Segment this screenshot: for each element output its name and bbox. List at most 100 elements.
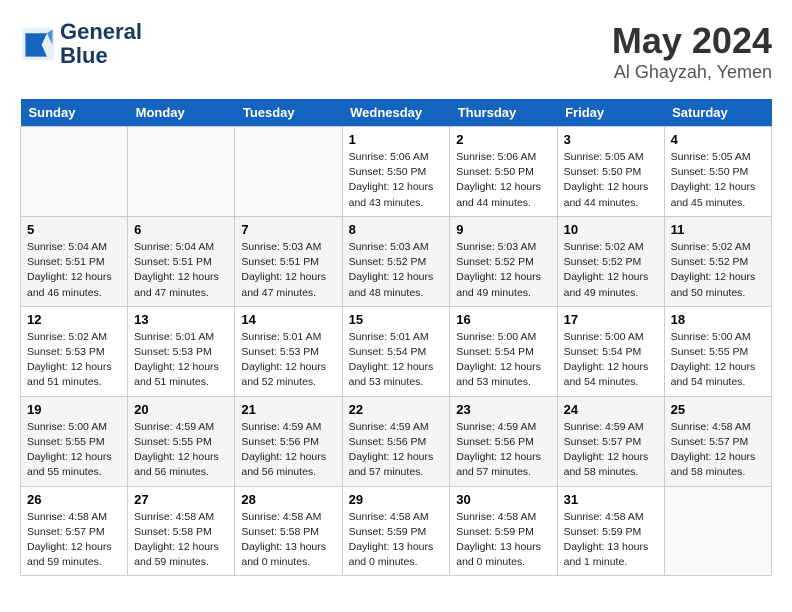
calendar-cell: 9 Sunrise: 5:03 AM Sunset: 5:52 PM Daylig…: [450, 216, 557, 306]
logo-line1: General: [60, 20, 142, 44]
calendar-cell: 3Sunrise: 5:05 AM Sunset: 5:50 PM Daylig…: [557, 127, 664, 217]
week-row-4: 19Sunrise: 5:00 AM Sunset: 5:55 PM Dayli…: [21, 396, 772, 486]
day-info: Sunrise: 4:58 AM Sunset: 5:59 PM Dayligh…: [564, 510, 658, 571]
day-number: 22: [349, 402, 444, 417]
day-info: Sunrise: 5:03 AM Sunset: 5:52 PM Dayligh…: [456, 240, 550, 301]
day-info: Sunrise: 5:04 AM Sunset: 5:51 PM Dayligh…: [134, 240, 228, 301]
calendar-cell: 7 Sunrise: 5:03 AM Sunset: 5:51 PM Daylig…: [235, 216, 342, 306]
day-number: 9: [456, 222, 550, 237]
calendar-cell: 5 Sunrise: 5:04 AM Sunset: 5:51 PM Daylig…: [21, 216, 128, 306]
day-info: Sunrise: 4:58 AM Sunset: 5:57 PM Dayligh…: [27, 510, 121, 571]
logo: General Blue: [20, 20, 142, 68]
day-info: Sunrise: 5:05 AM Sunset: 5:50 PM Dayligh…: [671, 150, 765, 211]
page-header: General Blue May 2024 Al Ghayzah, Yemen: [20, 20, 772, 83]
week-row-3: 12Sunrise: 5:02 AM Sunset: 5:53 PM Dayli…: [21, 306, 772, 396]
day-info: Sunrise: 4:59 AM Sunset: 5:55 PM Dayligh…: [134, 420, 228, 481]
calendar-cell: 29 Sunrise: 4:58 AM Sunset: 5:59 PM Dayli…: [342, 486, 450, 576]
title-block: May 2024 Al Ghayzah, Yemen: [612, 20, 772, 83]
calendar-cell: [128, 127, 235, 217]
calendar-cell: 11 Sunrise: 5:02 AM Sunset: 5:52 PM Dayli…: [664, 216, 771, 306]
day-number: 1: [349, 132, 444, 147]
day-info: Sunrise: 4:59 AM Sunset: 5:56 PM Dayligh…: [456, 420, 550, 481]
week-row-5: 26 Sunrise: 4:58 AM Sunset: 5:57 PM Dayli…: [21, 486, 772, 576]
calendar-cell: 1 Sunrise: 5:06 AM Sunset: 5:50 PM Daylig…: [342, 127, 450, 217]
day-info: Sunrise: 5:00 AM Sunset: 5:54 PM Dayligh…: [564, 330, 658, 391]
calendar-cell: 2Sunrise: 5:06 AM Sunset: 5:50 PM Daylig…: [450, 127, 557, 217]
calendar-cell: 15 Sunrise: 5:01 AM Sunset: 5:54 PM Dayli…: [342, 306, 450, 396]
day-number: 20: [134, 402, 228, 417]
day-info: Sunrise: 4:59 AM Sunset: 5:56 PM Dayligh…: [349, 420, 444, 481]
calendar-header-row: SundayMondayTuesdayWednesdayThursdayFrid…: [21, 99, 772, 127]
day-number: 11: [671, 222, 765, 237]
location: Al Ghayzah, Yemen: [612, 62, 772, 83]
day-number: 10: [564, 222, 658, 237]
day-info: Sunrise: 5:03 AM Sunset: 5:52 PM Dayligh…: [349, 240, 444, 301]
day-info: Sunrise: 4:58 AM Sunset: 5:59 PM Dayligh…: [349, 510, 444, 571]
calendar-cell: 6 Sunrise: 5:04 AM Sunset: 5:51 PM Daylig…: [128, 216, 235, 306]
day-number: 27: [134, 492, 228, 507]
day-header-thursday: Thursday: [450, 99, 557, 127]
calendar-cell: 10Sunrise: 5:02 AM Sunset: 5:52 PM Dayli…: [557, 216, 664, 306]
day-header-sunday: Sunday: [21, 99, 128, 127]
day-number: 26: [27, 492, 121, 507]
month-year: May 2024: [612, 20, 772, 62]
day-number: 3: [564, 132, 658, 147]
calendar-cell: 27 Sunrise: 4:58 AM Sunset: 5:58 PM Dayli…: [128, 486, 235, 576]
calendar-cell: 19Sunrise: 5:00 AM Sunset: 5:55 PM Dayli…: [21, 396, 128, 486]
day-number: 30: [456, 492, 550, 507]
day-header-friday: Friday: [557, 99, 664, 127]
calendar-cell: 17 Sunrise: 5:00 AM Sunset: 5:54 PM Dayli…: [557, 306, 664, 396]
day-info: Sunrise: 4:59 AM Sunset: 5:57 PM Dayligh…: [564, 420, 658, 481]
day-header-wednesday: Wednesday: [342, 99, 450, 127]
logo-text: General Blue: [60, 20, 142, 68]
day-number: 21: [241, 402, 335, 417]
day-number: 24: [564, 402, 658, 417]
calendar-cell: [21, 127, 128, 217]
calendar-cell: 12Sunrise: 5:02 AM Sunset: 5:53 PM Dayli…: [21, 306, 128, 396]
calendar-table: SundayMondayTuesdayWednesdayThursdayFrid…: [20, 99, 772, 576]
day-info: Sunrise: 5:03 AM Sunset: 5:51 PM Dayligh…: [241, 240, 335, 301]
day-number: 29: [349, 492, 444, 507]
calendar-cell: 23 Sunrise: 4:59 AM Sunset: 5:56 PM Dayli…: [450, 396, 557, 486]
week-row-2: 5 Sunrise: 5:04 AM Sunset: 5:51 PM Daylig…: [21, 216, 772, 306]
day-header-saturday: Saturday: [664, 99, 771, 127]
day-number: 8: [349, 222, 444, 237]
calendar-cell: 26 Sunrise: 4:58 AM Sunset: 5:57 PM Dayli…: [21, 486, 128, 576]
day-number: 5: [27, 222, 121, 237]
calendar-cell: 22 Sunrise: 4:59 AM Sunset: 5:56 PM Dayli…: [342, 396, 450, 486]
day-number: 19: [27, 402, 121, 417]
calendar-cell: 21Sunrise: 4:59 AM Sunset: 5:56 PM Dayli…: [235, 396, 342, 486]
day-info: Sunrise: 5:04 AM Sunset: 5:51 PM Dayligh…: [27, 240, 121, 301]
logo-icon: [20, 26, 56, 62]
day-info: Sunrise: 5:06 AM Sunset: 5:50 PM Dayligh…: [456, 150, 550, 211]
day-number: 25: [671, 402, 765, 417]
logo-line2: Blue: [60, 44, 142, 68]
calendar-cell: 18 Sunrise: 5:00 AM Sunset: 5:55 PM Dayli…: [664, 306, 771, 396]
calendar-cell: [664, 486, 771, 576]
day-number: 15: [349, 312, 444, 327]
day-info: Sunrise: 5:01 AM Sunset: 5:53 PM Dayligh…: [241, 330, 335, 391]
week-row-1: 1 Sunrise: 5:06 AM Sunset: 5:50 PM Daylig…: [21, 127, 772, 217]
day-header-monday: Monday: [128, 99, 235, 127]
day-number: 23: [456, 402, 550, 417]
calendar-cell: 24 Sunrise: 4:59 AM Sunset: 5:57 PM Dayli…: [557, 396, 664, 486]
calendar-cell: 16Sunrise: 5:00 AM Sunset: 5:54 PM Dayli…: [450, 306, 557, 396]
day-info: Sunrise: 5:00 AM Sunset: 5:54 PM Dayligh…: [456, 330, 550, 391]
day-number: 7: [241, 222, 335, 237]
calendar-cell: 25 Sunrise: 4:58 AM Sunset: 5:57 PM Dayli…: [664, 396, 771, 486]
day-info: Sunrise: 5:00 AM Sunset: 5:55 PM Dayligh…: [671, 330, 765, 391]
calendar-cell: 28Sunrise: 4:58 AM Sunset: 5:58 PM Dayli…: [235, 486, 342, 576]
day-info: Sunrise: 4:58 AM Sunset: 5:57 PM Dayligh…: [671, 420, 765, 481]
day-info: Sunrise: 4:58 AM Sunset: 5:59 PM Dayligh…: [456, 510, 550, 571]
calendar-cell: 20 Sunrise: 4:59 AM Sunset: 5:55 PM Dayli…: [128, 396, 235, 486]
day-info: Sunrise: 5:02 AM Sunset: 5:52 PM Dayligh…: [671, 240, 765, 301]
day-number: 6: [134, 222, 228, 237]
day-info: Sunrise: 5:01 AM Sunset: 5:53 PM Dayligh…: [134, 330, 228, 391]
day-info: Sunrise: 5:06 AM Sunset: 5:50 PM Dayligh…: [349, 150, 444, 211]
calendar-cell: 13Sunrise: 5:01 AM Sunset: 5:53 PM Dayli…: [128, 306, 235, 396]
day-info: Sunrise: 5:01 AM Sunset: 5:54 PM Dayligh…: [349, 330, 444, 391]
day-number: 31: [564, 492, 658, 507]
day-number: 17: [564, 312, 658, 327]
day-info: Sunrise: 4:58 AM Sunset: 5:58 PM Dayligh…: [134, 510, 228, 571]
day-number: 18: [671, 312, 765, 327]
